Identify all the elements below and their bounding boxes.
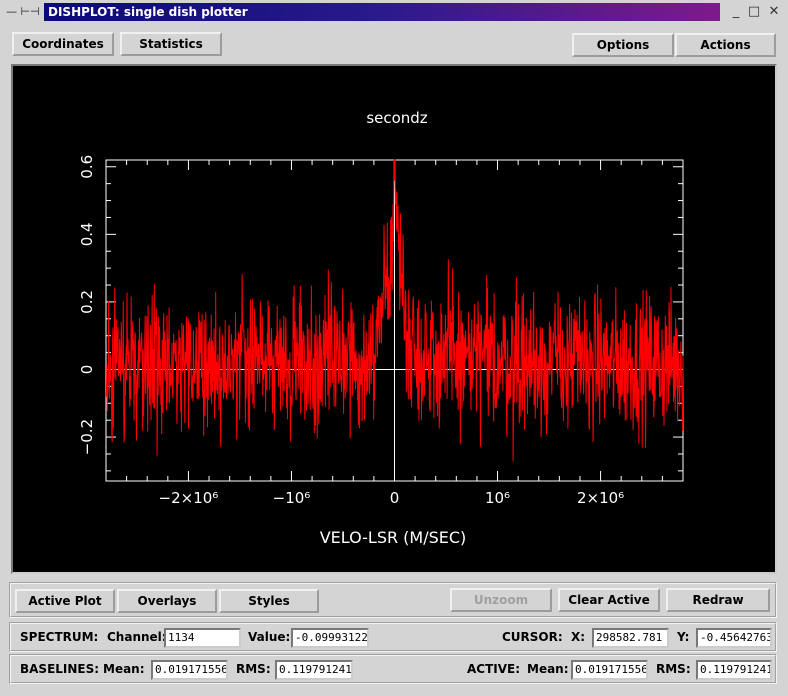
active-plot-button[interactable]: Active Plot — [15, 589, 115, 613]
x-tick-label: 10⁶ — [485, 489, 510, 507]
y-tick-label: 0.4 — [78, 222, 96, 246]
redraw-button[interactable]: Redraw — [666, 588, 770, 612]
close-icon[interactable]: ✕ — [766, 4, 782, 20]
unzoom-button[interactable]: Unzoom — [450, 588, 552, 612]
x-tick-label: −10⁶ — [273, 489, 311, 507]
plot-canvas[interactable]: secondz −2×10⁶ −10⁶ 0 10⁶ 2×10⁶ −0.2 0 0.2 0.4 0.… — [11, 64, 777, 574]
window-titlebar: — ⊢⊣ DISHPLOT: single dish plotter _ □ ✕ — [0, 0, 788, 24]
y-tick-label: 0 — [78, 365, 96, 375]
channel-field[interactable]: 1134 — [164, 628, 241, 648]
cursor-label: CURSOR: — [502, 630, 563, 644]
baseline-rms-label: RMS: — [236, 662, 271, 676]
cursor-y-label: Y: — [677, 630, 690, 644]
styles-button[interactable]: Styles — [219, 589, 319, 613]
cursor-y-field[interactable]: -0.45642763 — [696, 628, 772, 648]
actions-button[interactable]: Actions — [675, 33, 776, 57]
cursor-x-field[interactable]: 298582.781 — [592, 628, 669, 648]
active-rms-field[interactable]: 0.119791241 — [696, 660, 772, 680]
channel-label: Channel: — [107, 630, 167, 644]
spectrum-plot: secondz −2×10⁶ −10⁶ 0 10⁶ 2×10⁶ −0.2 0 0.2 0.4 0.… — [78, 109, 684, 547]
cursor-x-label: X: — [571, 630, 586, 644]
minimize-icon[interactable]: _ — [728, 4, 744, 20]
x-tick-label: 0 — [390, 489, 400, 507]
active-mean-field[interactable]: 0.019171556 — [571, 660, 648, 680]
y-tick-label: 0.6 — [78, 155, 96, 179]
spectrum-label: SPECTRUM: — [20, 630, 99, 644]
x-axis-label: VELO-LSR (M/SEC) — [320, 528, 467, 547]
baseline-rms-field[interactable]: 0.119791241 — [275, 660, 353, 680]
statistics-button[interactable]: Statistics — [120, 32, 222, 56]
value-field[interactable]: -0.09993122 — [291, 628, 369, 648]
window-menu-icon[interactable]: — ⊢⊣ — [6, 5, 40, 18]
plot-title: secondz — [366, 109, 427, 127]
y-tick-label: −0.2 — [78, 419, 96, 455]
coordinates-button[interactable]: Coordinates — [12, 32, 114, 56]
active-label: ACTIVE: — [467, 662, 521, 676]
x-tick-label: −2×10⁶ — [159, 489, 219, 507]
active-rms-label: RMS: — [656, 662, 691, 676]
overlays-button[interactable]: Overlays — [117, 589, 217, 613]
value-label: Value: — [248, 630, 291, 644]
clear-active-button[interactable]: Clear Active — [558, 588, 660, 612]
active-mean-label: Mean: — [527, 662, 569, 676]
maximize-icon[interactable]: □ — [746, 4, 762, 20]
window-title: DISHPLOT: single dish plotter — [44, 3, 720, 21]
y-tick-label: 0.2 — [78, 290, 96, 314]
baseline-mean-label: Mean: — [103, 662, 145, 676]
options-button[interactable]: Options — [572, 33, 674, 57]
baselines-label: BASELINES: — [20, 662, 100, 676]
x-tick-label: 2×10⁶ — [577, 489, 624, 507]
baseline-mean-field[interactable]: 0.019171556 — [151, 660, 228, 680]
